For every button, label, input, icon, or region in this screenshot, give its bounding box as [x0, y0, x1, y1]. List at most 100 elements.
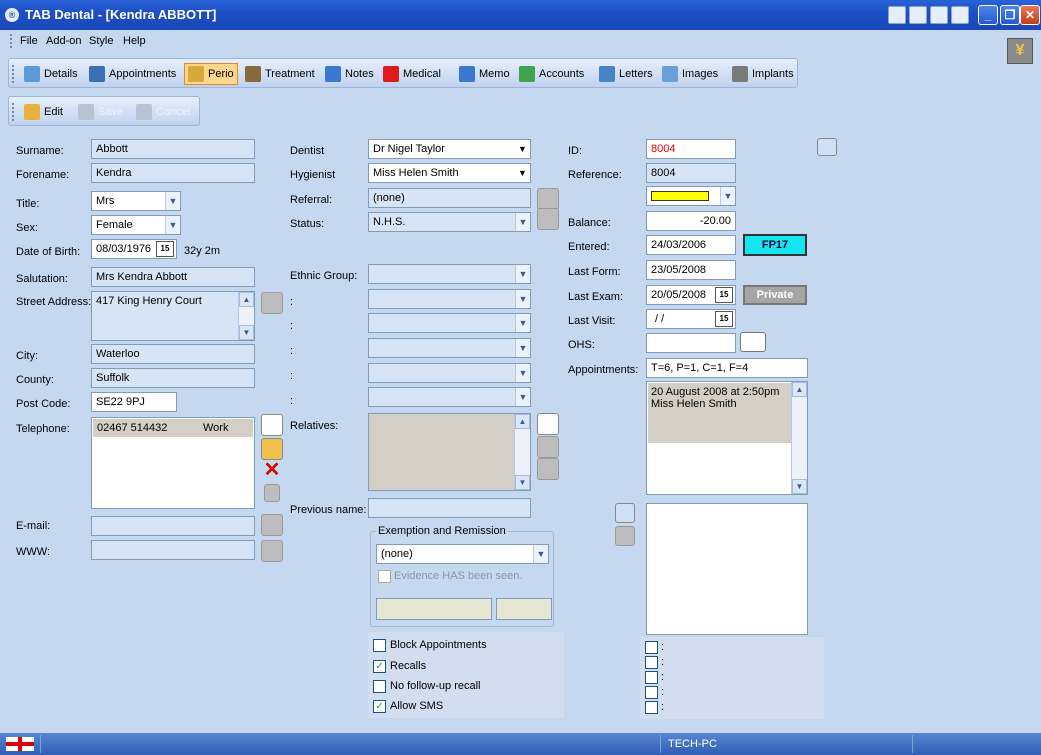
delete-icon[interactable]: ✕ — [261, 459, 283, 481]
chevron-down-icon[interactable]: ▼ — [515, 339, 530, 357]
balance-field[interactable]: -20.00 — [646, 211, 736, 231]
allow-sms-checkbox[interactable]: ✓ — [373, 700, 386, 713]
previous-name-field[interactable] — [368, 498, 531, 518]
exemption-button-2[interactable] — [496, 598, 552, 620]
ethnic-group-select[interactable]: ▼ — [368, 264, 531, 284]
tab-implants[interactable]: Implants — [729, 63, 797, 85]
city-field[interactable]: Waterloo — [91, 344, 255, 364]
phone-icon[interactable] — [264, 484, 280, 502]
appointments-scrollbar[interactable]: ▲ ▼ — [791, 382, 807, 494]
scroll-down-icon[interactable]: ▼ — [239, 325, 254, 340]
private-button[interactable]: Private — [743, 285, 807, 305]
exemption-button-1[interactable] — [376, 598, 492, 620]
scroll-up-icon[interactable]: ▲ — [515, 414, 530, 429]
menu-file[interactable]: File — [20, 35, 38, 47]
close-button[interactable]: ✕ — [1020, 5, 1040, 25]
probe-icon[interactable] — [740, 332, 766, 352]
scroll-down-icon[interactable]: ▼ — [792, 479, 807, 494]
status-select[interactable]: N.H.S. ▼ — [368, 212, 531, 232]
referral-field[interactable]: (none) — [368, 188, 531, 208]
www-open-button[interactable] — [261, 540, 283, 562]
custom-select-4[interactable]: ▼ — [368, 363, 531, 383]
forename-field[interactable]: Kendra — [91, 163, 255, 183]
calendar-icon[interactable]: 15 — [156, 241, 174, 257]
tab-accounts[interactable]: Accounts — [516, 63, 587, 85]
flag-checkbox-3[interactable] — [645, 671, 658, 684]
color-status-select[interactable]: ▼ — [646, 186, 736, 206]
dentist-select[interactable]: Dr Nigel Taylor ▼ — [368, 139, 531, 159]
county-field[interactable]: Suffolk — [91, 368, 255, 388]
chevron-down-icon[interactable]: ▼ — [515, 213, 530, 231]
scroll-up-icon[interactable]: ▲ — [792, 382, 807, 397]
flag-checkbox-2[interactable] — [645, 656, 658, 669]
refresh-tool-icon[interactable] — [951, 6, 969, 24]
chevron-down-icon[interactable]: ▼ — [515, 164, 530, 182]
calendar-icon[interactable]: 15 — [715, 311, 733, 327]
scroll-up-icon[interactable]: ▲ — [239, 292, 254, 307]
chevron-down-icon[interactable]: ¥ — [1007, 38, 1033, 64]
relative-button-2[interactable] — [537, 436, 559, 458]
scroll-down-icon[interactable]: ▼ — [515, 475, 530, 490]
chevron-down-icon[interactable]: ▼ — [515, 388, 530, 406]
street-scrollbar[interactable]: ▲ ▼ — [238, 292, 254, 340]
no-followup-checkbox[interactable] — [373, 680, 386, 693]
address-lookup-button[interactable] — [261, 292, 283, 314]
email-field[interactable] — [91, 516, 255, 536]
restore-button[interactable]: ❐ — [1000, 5, 1020, 25]
entered-field[interactable]: 24/03/2006 — [646, 235, 736, 255]
telephone-row[interactable]: 02467 514432 Work — [93, 419, 253, 437]
last-form-field[interactable]: 23/05/2008 — [646, 260, 736, 280]
chevron-down-icon[interactable]: ▼ — [515, 265, 530, 283]
flag-checkbox-5[interactable] — [645, 701, 658, 714]
calendar-tool-icon[interactable] — [909, 6, 927, 24]
menu-style[interactable]: Style — [89, 35, 113, 47]
relative-button-3[interactable] — [537, 458, 559, 480]
email-send-button[interactable] — [261, 514, 283, 536]
chevron-down-icon[interactable]: ▼ — [515, 314, 530, 332]
minimize-button[interactable]: _ — [978, 5, 998, 25]
custom-select-2[interactable]: ▼ — [368, 313, 531, 333]
notes-edit-icon[interactable] — [817, 138, 837, 156]
cancel-button[interactable]: Cancel — [133, 101, 193, 123]
document-tool-icon[interactable] — [930, 6, 948, 24]
recalls-checkbox[interactable]: ✓ — [373, 660, 386, 673]
ohs-field[interactable] — [646, 333, 736, 353]
custom-select-1[interactable]: ▼ — [368, 289, 531, 309]
tab-perio[interactable]: Perio — [184, 63, 238, 85]
photo-box[interactable] — [646, 503, 808, 635]
new-document-icon[interactable] — [261, 414, 283, 436]
image-icon[interactable] — [615, 503, 635, 523]
relatives-scrollbar[interactable]: ▲ ▼ — [514, 414, 530, 490]
flag-checkbox-1[interactable] — [645, 641, 658, 654]
block-appointments-checkbox[interactable] — [373, 639, 386, 652]
chevron-down-icon[interactable]: ▼ — [515, 140, 530, 158]
custom-select-5[interactable]: ▼ — [368, 387, 531, 407]
last-visit-field[interactable]: / / 15 — [646, 309, 736, 329]
reference-field[interactable]: 8004 — [646, 163, 736, 183]
status-button[interactable] — [537, 208, 559, 230]
new-relative-icon[interactable] — [537, 413, 559, 435]
surname-field[interactable]: Abbott — [91, 139, 255, 159]
chevron-down-icon[interactable]: ▼ — [515, 290, 530, 308]
tab-letters[interactable]: Letters — [596, 63, 656, 85]
last-exam-field[interactable]: 20/05/2008 15 — [646, 285, 736, 305]
calendar-icon[interactable]: 15 — [715, 287, 733, 303]
relatives-list[interactable]: ▲ ▼ — [368, 413, 531, 491]
telephone-list[interactable]: 02467 514432 Work — [91, 417, 255, 509]
chevron-down-icon[interactable]: ▼ — [165, 216, 180, 234]
street-field[interactable]: 417 King Henry Court ▲ ▼ — [91, 291, 255, 341]
hygienist-select[interactable]: Miss Helen Smith ▼ — [368, 163, 531, 183]
menu-help[interactable]: Help — [123, 35, 146, 47]
referral-button[interactable] — [537, 188, 559, 210]
tab-images[interactable]: Images — [659, 63, 721, 85]
tab-treatment[interactable]: Treatment — [242, 63, 318, 85]
id-field[interactable]: 8004 — [646, 139, 736, 159]
tab-details[interactable]: Details — [21, 63, 81, 85]
chevron-down-icon[interactable]: ▼ — [533, 545, 548, 563]
evidence-checkbox[interactable] — [378, 570, 391, 583]
tab-medical[interactable]: Medical — [380, 63, 444, 85]
tab-memo[interactable]: Memo — [456, 63, 513, 85]
edit-button[interactable]: Edit — [21, 101, 66, 123]
save-button[interactable]: Save — [75, 101, 126, 123]
exemption-select[interactable]: (none) ▼ — [376, 544, 549, 564]
